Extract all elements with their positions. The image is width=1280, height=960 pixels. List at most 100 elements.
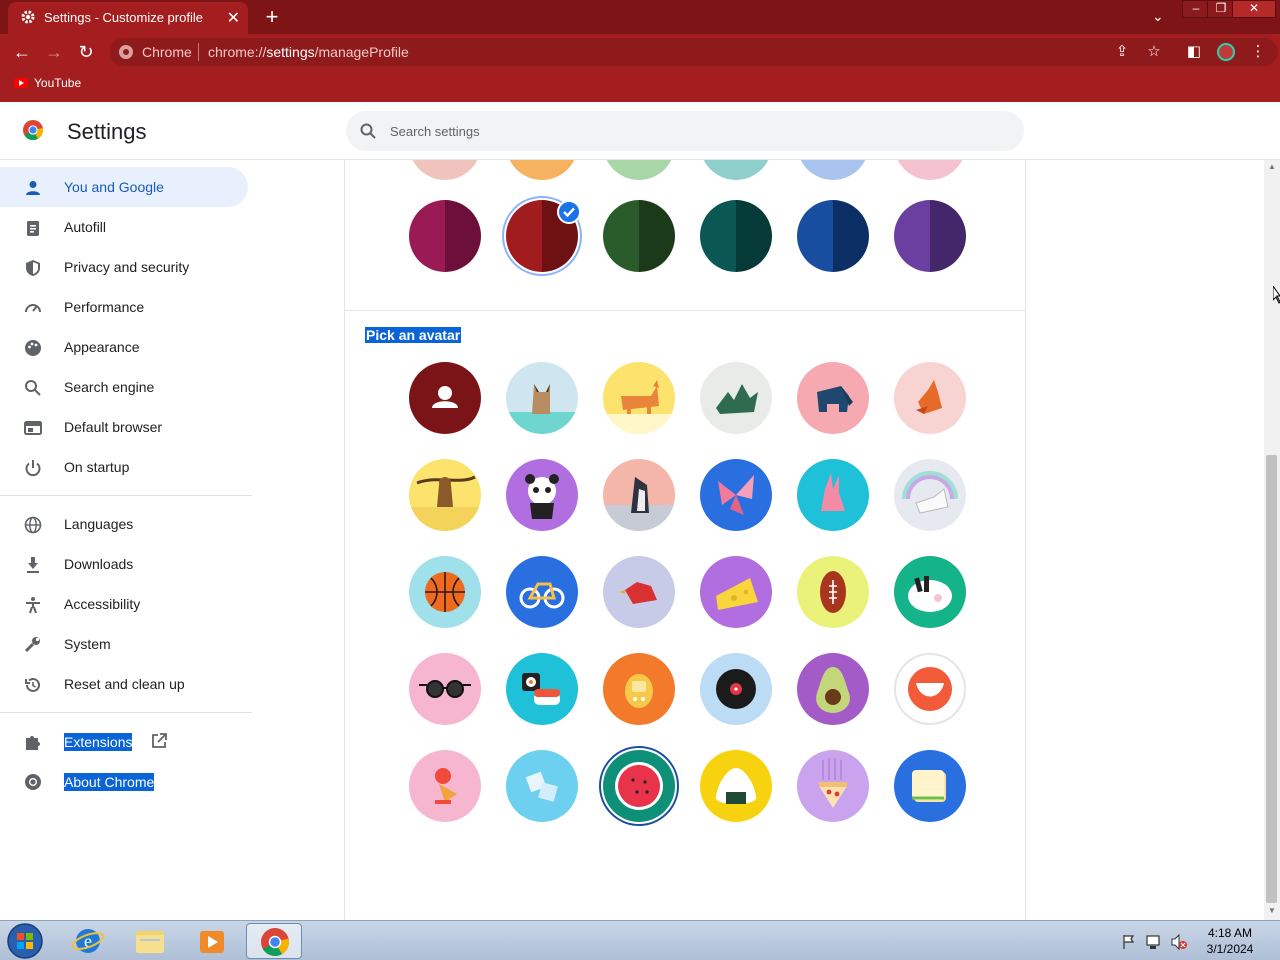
avatar-smiley[interactable] xyxy=(894,653,966,725)
avatar-penguin[interactable] xyxy=(603,459,675,531)
avatar-ice-cubes[interactable] xyxy=(506,750,578,822)
tab-title: Settings - Customize profile xyxy=(44,10,203,25)
avatar-vinyl-record[interactable] xyxy=(700,653,772,725)
search-icon xyxy=(360,123,376,139)
sidebar-item-you-and-google[interactable]: You and Google xyxy=(0,167,248,207)
avatar-panda[interactable] xyxy=(506,459,578,531)
sidebar-item-on-startup[interactable]: On startup xyxy=(0,447,248,487)
avatar-default-person[interactable] xyxy=(409,362,481,434)
internet-explorer-task-button[interactable]: e xyxy=(60,923,116,959)
new-tab-button[interactable]: + xyxy=(260,4,284,30)
settings-header: Settings xyxy=(0,102,1280,160)
sidebar-item-autofill[interactable]: Autofill xyxy=(0,207,248,247)
menu-kebab-icon[interactable]: ⋮ xyxy=(1250,44,1266,60)
forward-icon[interactable]: → xyxy=(42,40,66,64)
search-settings-box[interactable] xyxy=(346,111,1024,151)
media-player-task-button[interactable] xyxy=(184,923,240,959)
avatar-cheese[interactable] xyxy=(700,556,772,628)
avatar-watermelon[interactable] xyxy=(603,750,675,822)
network-icon[interactable] xyxy=(1146,935,1160,949)
windows-start-icon[interactable] xyxy=(4,922,46,960)
taskbar-clock[interactable]: 4:18 AM 3/1/2024 xyxy=(1200,925,1260,957)
share-icon[interactable]: ⇪ xyxy=(1114,44,1130,60)
color-option-light-blue[interactable] xyxy=(797,160,869,180)
avatar-sandwich[interactable] xyxy=(894,750,966,822)
scroll-thumb[interactable] xyxy=(1266,455,1277,903)
wrench-icon xyxy=(24,637,40,653)
avatar-onigiri[interactable] xyxy=(700,750,772,822)
back-icon[interactable]: ← xyxy=(10,40,34,64)
url-chip: Chrome xyxy=(142,44,192,60)
volume-muted-icon[interactable] xyxy=(1171,933,1187,951)
color-option-peach[interactable] xyxy=(409,160,481,180)
url-separator xyxy=(198,43,199,61)
sidebar-item-performance[interactable]: Performance xyxy=(0,287,248,327)
avatar-sushi[interactable] xyxy=(506,653,578,725)
bookmark-youtube[interactable]: YouTube xyxy=(14,76,81,90)
avatar-pizza[interactable] xyxy=(797,750,869,822)
sidebar-item-reset[interactable]: Reset and clean up xyxy=(0,664,248,704)
sidebar-item-default-browser[interactable]: Default browser xyxy=(0,407,248,447)
sidebar-item-about-chrome[interactable]: About Chrome xyxy=(0,761,248,801)
color-option-teal[interactable] xyxy=(700,160,772,180)
browser-tab[interactable]: Settings - Customize profile ✕ xyxy=(8,2,248,34)
color-option-mint[interactable] xyxy=(603,160,675,180)
reload-icon[interactable]: ↻ xyxy=(74,40,98,64)
restore-button[interactable]: ❐ xyxy=(1207,0,1235,18)
avatar-ramen[interactable] xyxy=(894,556,966,628)
avatar-basketball[interactable] xyxy=(409,556,481,628)
color-option-magenta[interactable] xyxy=(409,200,481,272)
avatar-unicorn[interactable] xyxy=(894,459,966,531)
sidebar-item-accessibility[interactable]: Accessibility xyxy=(0,584,248,624)
color-option-purple[interactable] xyxy=(894,200,966,272)
scroll-down-icon[interactable]: ▼ xyxy=(1267,906,1277,916)
close-tab-icon[interactable]: ✕ xyxy=(227,8,240,28)
avatar-cat[interactable] xyxy=(506,362,578,434)
profile-avatar-icon[interactable] xyxy=(1216,42,1236,62)
sidebar-item-search-engine[interactable]: Search engine xyxy=(0,367,248,407)
bookmark-star-icon[interactable]: ☆ xyxy=(1146,44,1162,60)
color-option-green[interactable] xyxy=(603,200,675,272)
color-option-pink[interactable] xyxy=(894,160,966,180)
file-explorer-task-button[interactable] xyxy=(122,923,178,959)
person-icon xyxy=(26,181,40,195)
avatar-avocado[interactable] xyxy=(797,653,869,725)
sidebar-item-system[interactable]: System xyxy=(0,624,248,664)
sidebar-item-extensions[interactable]: Extensions xyxy=(0,721,248,761)
page-scrollbar[interactable]: ▲ ▼ xyxy=(1264,160,1280,920)
avatar-football[interactable] xyxy=(797,556,869,628)
avatar-tamagotchi[interactable] xyxy=(603,653,675,725)
avatar-rabbit[interactable] xyxy=(797,459,869,531)
scroll-up-icon[interactable]: ▲ xyxy=(1267,162,1277,172)
color-option-orange[interactable] xyxy=(506,160,578,180)
browser-window-icon xyxy=(24,421,42,435)
avatar-corgi[interactable] xyxy=(603,362,675,434)
tab-search-chevron-icon[interactable]: ⌄ xyxy=(1152,8,1164,25)
external-link-icon[interactable] xyxy=(150,732,168,750)
sidebar-item-appearance[interactable]: Appearance xyxy=(0,327,248,367)
side-panel-icon[interactable]: ◧ xyxy=(1186,44,1202,60)
avatar-fox[interactable] xyxy=(894,362,966,434)
omnibox[interactable]: Chrome chrome://settings/manageProfile xyxy=(110,38,1278,66)
media-player-icon xyxy=(200,931,224,953)
avatar-ice-cream[interactable] xyxy=(409,750,481,822)
avatar-monkey[interactable] xyxy=(409,459,481,531)
avatar-bird[interactable] xyxy=(603,556,675,628)
avatar-bicycle[interactable] xyxy=(506,556,578,628)
avatar-butterfly[interactable] xyxy=(700,459,772,531)
sidebar-item-downloads[interactable]: Downloads xyxy=(0,544,248,584)
sidebar-item-privacy[interactable]: Privacy and security xyxy=(0,247,248,287)
avatar-elephant[interactable] xyxy=(797,362,869,434)
search-input[interactable] xyxy=(390,121,990,141)
sidebar-item-languages[interactable]: Languages xyxy=(0,504,248,544)
chrome-icon xyxy=(25,774,41,790)
avatar-dragon[interactable] xyxy=(700,362,772,434)
chrome-task-button[interactable] xyxy=(246,923,302,959)
action-center-flag-icon[interactable] xyxy=(1123,935,1135,949)
search-icon xyxy=(25,380,41,396)
color-option-dark-teal[interactable] xyxy=(700,200,772,272)
avatar-sunglasses[interactable] xyxy=(409,653,481,725)
color-option-blue[interactable] xyxy=(797,200,869,272)
minimize-button[interactable]: – xyxy=(1182,0,1210,18)
close-window-button[interactable]: ✕ xyxy=(1232,0,1276,18)
